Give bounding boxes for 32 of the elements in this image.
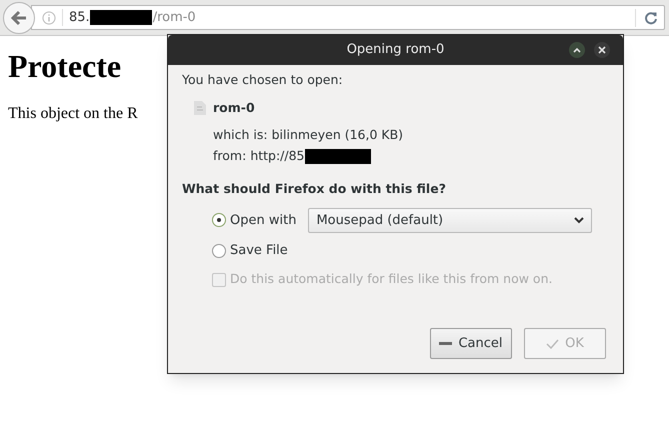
info-icon bbox=[42, 10, 56, 24]
check-icon bbox=[546, 338, 560, 348]
back-button[interactable] bbox=[3, 2, 35, 34]
question-text: What should Firefox do with this file? bbox=[182, 180, 446, 198]
radio-button[interactable] bbox=[212, 213, 226, 228]
dialog-title: Opening rom-0 bbox=[346, 41, 444, 60]
redaction-bar bbox=[304, 149, 371, 164]
type-label: which is: bbox=[213, 126, 268, 144]
chevron-down-icon bbox=[574, 216, 584, 224]
redaction-bar bbox=[90, 10, 152, 25]
radio-label[interactable]: Save File bbox=[230, 240, 288, 260]
back-arrow-icon bbox=[10, 10, 28, 26]
minus-icon bbox=[439, 342, 452, 345]
intro-text: You have chosen to open: bbox=[182, 71, 343, 89]
radio-label[interactable]: Open with bbox=[230, 210, 296, 230]
caret-up-icon bbox=[573, 47, 581, 53]
from-value: http://85 bbox=[250, 147, 305, 166]
page-text: This object on the R bbox=[8, 104, 138, 124]
cancel-button[interactable]: Cancel bbox=[430, 328, 512, 359]
page-heading: Protecte bbox=[8, 47, 122, 86]
file-icon bbox=[194, 101, 206, 116]
url-field[interactable]: 85. /rom-0 bbox=[31, 5, 665, 30]
close-icon bbox=[598, 46, 606, 54]
reload-icon[interactable] bbox=[644, 10, 658, 24]
url-text: 85. bbox=[69, 8, 90, 27]
close-button[interactable] bbox=[594, 42, 610, 58]
file-name: rom-0 bbox=[213, 98, 255, 117]
type-value: bilinmeyen (16,0 KB) bbox=[272, 126, 404, 144]
app-dropdown[interactable]: Mousepad (default) bbox=[308, 208, 592, 233]
from-label: from: bbox=[213, 147, 246, 166]
maximize-button[interactable] bbox=[569, 42, 585, 58]
radio-button[interactable] bbox=[212, 244, 226, 258]
